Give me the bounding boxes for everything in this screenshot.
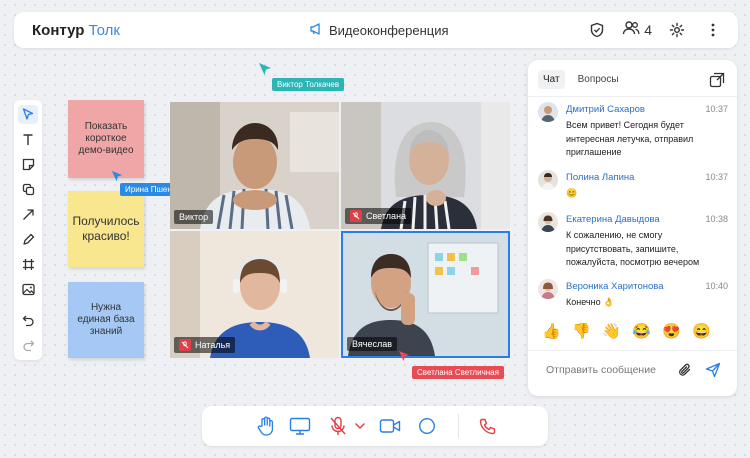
mic-off-icon xyxy=(179,339,191,351)
tab-questions[interactable]: Вопросы xyxy=(573,70,624,89)
reaction-thumbs-up[interactable]: 👍 xyxy=(542,322,561,340)
message-time: 10:40 xyxy=(705,281,728,291)
cursor-arrow-teal-icon xyxy=(259,63,271,75)
video-name-svetlana: Светлана xyxy=(366,211,407,221)
text-icon[interactable] xyxy=(18,130,38,149)
top-bar: Контур Толк Видеоконференция 4 xyxy=(14,12,738,48)
message-time: 10:38 xyxy=(705,214,728,224)
record-icon[interactable] xyxy=(415,414,439,438)
chat-header-divider xyxy=(528,96,737,97)
shield-check-icon[interactable] xyxy=(586,19,608,41)
video-tile-natalya[interactable]: Наталья xyxy=(170,231,339,358)
video-grid: Виктор Светлана Наталья Вячеслав xyxy=(170,102,510,358)
sticky-note-blue-text: Нужна единая база знаний xyxy=(77,302,135,337)
send-icon[interactable] xyxy=(705,362,721,378)
chat-message: Дмитрий Сахаров 10:37 Всем привет! Сегод… xyxy=(538,102,728,162)
gear-icon[interactable] xyxy=(666,19,688,41)
chat-tabs: Чат Вопросы xyxy=(538,70,624,89)
participants-button[interactable]: 4 xyxy=(622,19,652,41)
sticky-note-blue[interactable]: Нужна единая база знаний xyxy=(68,282,144,358)
whiteboard-toolbar xyxy=(14,100,42,360)
video-name-vyacheslav: Вячеслав xyxy=(352,339,393,349)
cursor-arrow-red-icon xyxy=(398,350,410,362)
arrow-icon[interactable] xyxy=(18,205,38,224)
meeting-title: Видеоконференция xyxy=(309,22,449,39)
avatar xyxy=(538,170,558,190)
hang-up-icon[interactable] xyxy=(476,414,500,438)
reaction-thumbs-down[interactable]: 👎 xyxy=(572,322,591,340)
avatar xyxy=(538,279,558,299)
reaction-wave[interactable]: 👋 xyxy=(602,322,621,340)
participants-count: 4 xyxy=(644,22,652,38)
call-controls xyxy=(202,406,548,446)
video-name-tag: Виктор xyxy=(174,210,214,224)
sticky-note-yellow[interactable]: Получилось красиво! xyxy=(68,191,144,267)
video-tile-vyacheslav[interactable]: Вячеслав xyxy=(341,231,510,358)
message-author: Дмитрий Сахаров xyxy=(566,104,645,115)
video-name-tag: Вячеслав xyxy=(347,337,398,351)
chat-panel: Чат Вопросы Дмитрий Сахаров 10:37 Всем п… xyxy=(528,60,737,396)
chat-message: Екатерина Давыдова 10:38 К сожалению, не… xyxy=(538,212,728,278)
undo-icon[interactable] xyxy=(18,311,38,330)
avatar xyxy=(538,102,558,122)
pen-icon[interactable] xyxy=(18,230,38,249)
message-author: Екатерина Давыдова xyxy=(566,214,660,225)
redo-icon[interactable] xyxy=(18,336,38,355)
chat-message-input[interactable]: Отправить сообщение xyxy=(546,364,656,376)
video-name-viktor: Виктор xyxy=(179,212,209,222)
pop-out-icon[interactable] xyxy=(709,72,725,88)
controls-divider xyxy=(458,414,459,438)
app-logo: Контур Толк xyxy=(32,22,120,39)
logo-main: Контур xyxy=(32,22,85,39)
avatar xyxy=(538,212,558,232)
video-name-tag: Светлана xyxy=(345,208,412,224)
sticky-note-pink-text: Показать короткое демо-видео xyxy=(78,121,134,156)
chat-input-divider xyxy=(528,350,737,351)
tab-chat[interactable]: Чат xyxy=(538,70,565,89)
reaction-laugh[interactable]: 😂 xyxy=(632,322,651,340)
video-tile-viktor[interactable]: Виктор xyxy=(170,102,339,229)
frame-icon[interactable] xyxy=(18,255,38,274)
reaction-grin[interactable]: 😄 xyxy=(692,322,711,340)
mic-off-icon xyxy=(350,210,362,222)
header-actions: 4 xyxy=(586,19,724,41)
more-vertical-icon[interactable] xyxy=(702,19,724,41)
sticky-note-pink[interactable]: Показать короткое демо-видео xyxy=(68,100,144,178)
attach-icon[interactable] xyxy=(678,362,692,378)
chat-message: Полина Лапина 10:37 😊 xyxy=(538,170,728,204)
message-text: Всем привет! Сегодня будет интересная ле… xyxy=(566,120,694,157)
raise-hand-icon[interactable] xyxy=(254,414,278,438)
screen-share-icon[interactable] xyxy=(288,414,312,438)
video-tile-svetlana[interactable]: Светлана xyxy=(341,102,510,229)
participants-icon xyxy=(622,20,640,41)
cursor-label-viktor: Виктор Толкачев xyxy=(272,78,345,91)
message-author: Полина Лапина xyxy=(566,172,635,183)
message-time: 10:37 xyxy=(705,172,728,182)
mic-off-icon[interactable] xyxy=(326,414,350,438)
sticky-note-yellow-text: Получилось красиво! xyxy=(72,214,140,243)
message-text: К сожалению, не смогу присутствовать, за… xyxy=(566,230,700,267)
sticky-note-icon[interactable] xyxy=(18,155,38,174)
image-icon[interactable] xyxy=(18,280,38,299)
cursor-label-svetlana: Светлана Светличная xyxy=(412,366,504,379)
reaction-bar: 👍 👎 👋 😂 😍 😄 xyxy=(542,322,711,340)
message-time: 10:37 xyxy=(705,104,728,114)
meeting-title-text: Видеоконференция xyxy=(329,23,449,38)
message-text: Конечно 👌 xyxy=(566,297,615,307)
camera-icon[interactable] xyxy=(378,414,402,438)
megaphone-icon xyxy=(309,22,323,39)
copy-icon[interactable] xyxy=(18,180,38,199)
video-name-natalya: Наталья xyxy=(195,340,231,350)
message-author: Вероника Харитонова xyxy=(566,281,664,292)
video-name-tag: Наталья xyxy=(174,337,236,353)
chat-message: Вероника Харитонова 10:40 Конечно 👌 xyxy=(538,279,728,313)
message-text: 😊 xyxy=(566,188,578,198)
cursor-arrow-blue-icon xyxy=(111,170,123,182)
pointer-icon[interactable] xyxy=(18,105,38,124)
chevron-down-icon[interactable] xyxy=(348,414,372,438)
logo-accent: Толк xyxy=(88,22,120,39)
reaction-heart-eyes[interactable]: 😍 xyxy=(662,322,681,340)
